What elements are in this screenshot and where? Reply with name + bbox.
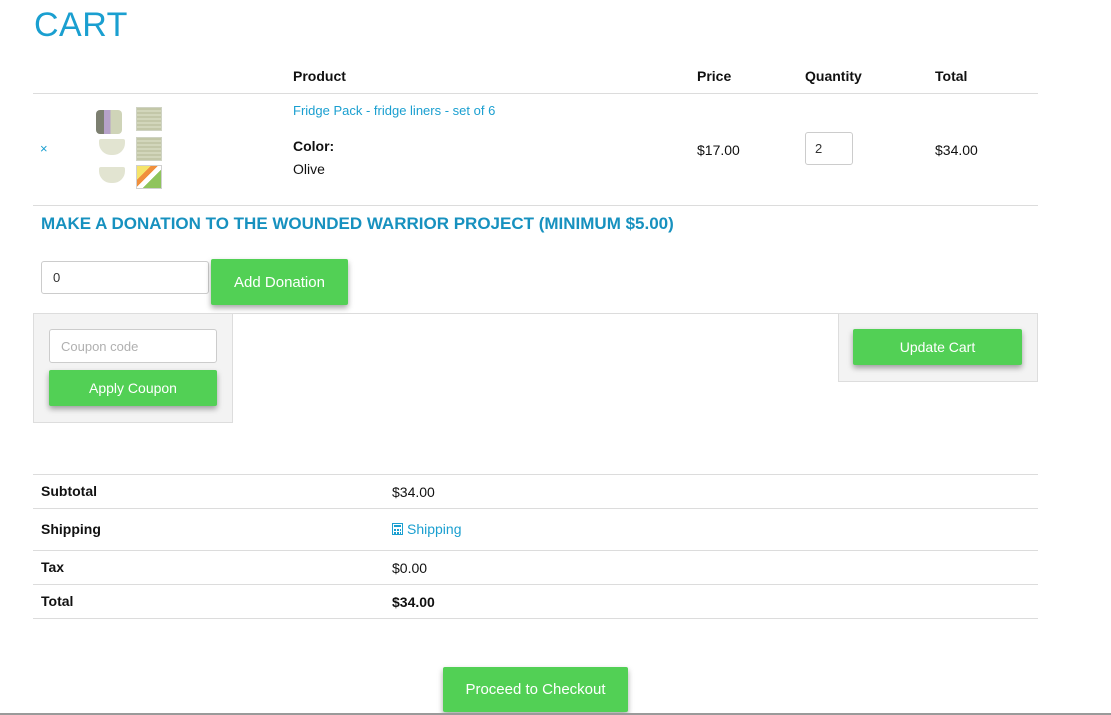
thumbnail-tile	[99, 139, 125, 155]
column-header-total: Total	[935, 68, 968, 84]
column-header-price: Price	[697, 68, 732, 84]
add-donation-button[interactable]: Add Donation	[211, 259, 348, 305]
order-total-label: Total	[41, 593, 74, 609]
page-title: CART	[34, 6, 128, 44]
coupon-code-input[interactable]	[49, 329, 217, 363]
table-divider	[33, 93, 1038, 94]
subtotal-value: $34.00	[392, 484, 435, 500]
apply-coupon-button[interactable]: Apply Coupon	[49, 370, 217, 406]
thumbnail-tile	[136, 107, 162, 131]
product-thumbnail[interactable]	[96, 107, 166, 191]
shipping-label: Shipping	[41, 521, 101, 537]
item-price: $17.00	[697, 142, 740, 158]
totals-divider	[33, 550, 1038, 551]
donation-heading: MAKE A DONATION TO THE WOUNDED WARRIOR P…	[41, 214, 674, 233]
totals-divider	[33, 618, 1038, 619]
tax-label: Tax	[41, 559, 65, 575]
calculator-icon	[392, 523, 403, 535]
attribute-value: Olive	[293, 161, 325, 177]
proceed-to-checkout-button[interactable]: Proceed to Checkout	[443, 667, 628, 712]
subtotal-label: Subtotal	[41, 483, 97, 499]
thumbnail-tile	[136, 165, 162, 189]
totals-divider	[33, 584, 1038, 585]
column-header-product: Product	[293, 68, 346, 84]
totals-divider	[33, 474, 1038, 475]
product-name-link[interactable]: Fridge Pack - fridge liners - set of 6	[293, 103, 495, 118]
shipping-link-label: Shipping	[407, 521, 462, 537]
order-total-value: $34.00	[392, 594, 435, 610]
item-total: $34.00	[935, 142, 978, 158]
quantity-input[interactable]	[805, 132, 853, 165]
tax-value: $0.00	[392, 560, 428, 576]
thumbnail-tile	[136, 137, 162, 161]
shipping-calculator-link[interactable]: Shipping	[392, 521, 462, 537]
remove-item-button[interactable]: ×	[40, 141, 48, 156]
attribute-label: Color:	[293, 138, 335, 154]
totals-divider	[33, 508, 1038, 509]
donation-amount-input[interactable]	[41, 261, 209, 294]
actions-divider	[233, 313, 838, 314]
table-divider	[33, 205, 1038, 206]
thumbnail-tile	[96, 110, 122, 134]
column-header-quantity: Quantity	[805, 68, 862, 84]
update-cart-button[interactable]: Update Cart	[853, 329, 1022, 365]
thumbnail-tile	[99, 167, 125, 183]
